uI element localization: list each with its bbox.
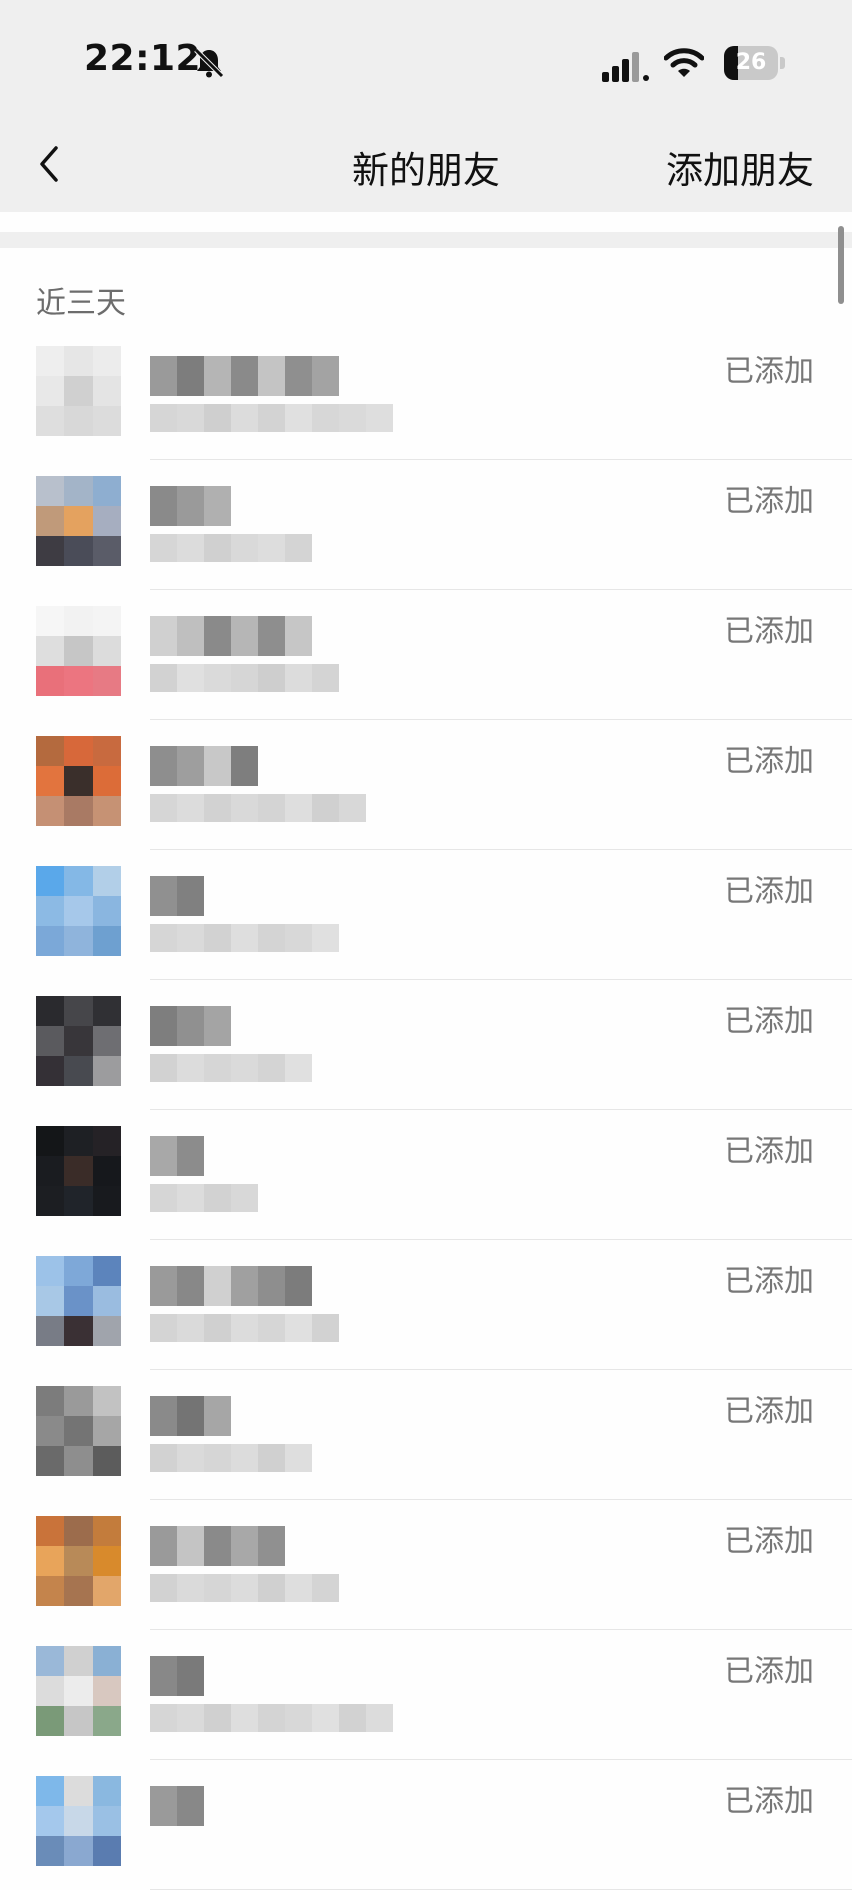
contact-message-blurred [150,1314,339,1342]
contact-name-blurred [150,1136,204,1176]
avatar[interactable] [36,1646,121,1736]
contact-message-blurred [150,1184,258,1212]
contact-row[interactable]: 已添加 [0,590,852,720]
contact-row[interactable]: 已添加 [0,980,852,1110]
avatar[interactable] [36,866,121,956]
contact-message-blurred [150,1574,339,1602]
avatar[interactable] [36,736,121,826]
contact-name-blurred [150,746,258,786]
added-status-label: 已添加 [724,354,814,389]
avatar[interactable] [36,1516,121,1606]
contact-message-blurred [150,1054,312,1082]
status-time: 22:12 [84,38,202,79]
avatar[interactable] [36,606,121,696]
contact-row[interactable]: 已添加 [0,1110,852,1240]
contact-name-blurred [150,1786,204,1826]
contact-row[interactable]: 已添加 [0,720,852,850]
added-status-label: 已添加 [724,1134,814,1169]
added-status-label: 已添加 [724,744,814,779]
contact-row[interactable]: 已添加 [0,1240,852,1370]
contact-name-blurred [150,486,231,526]
contact-row[interactable]: 已添加 [0,850,852,980]
avatar[interactable] [36,1776,121,1866]
contact-name-blurred [150,876,204,916]
contact-row[interactable]: 已添加 [0,1500,852,1630]
added-status-label: 已添加 [724,1654,814,1689]
contact-row[interactable]: 已添加 [0,460,852,590]
avatar[interactable] [36,1256,121,1346]
contact-name-blurred [150,616,312,656]
avatar[interactable] [36,1386,121,1476]
wifi-icon [664,48,704,77]
scrollbar[interactable] [838,226,844,304]
battery-indicator: 26 [724,46,786,80]
contact-message-blurred [150,1704,393,1732]
contact-row[interactable]: 已添加 [0,1630,852,1760]
contact-message-blurred [150,534,312,562]
avatar[interactable] [36,996,121,1086]
added-status-label: 已添加 [724,1004,814,1039]
navigation-header: 22:12 26 新的朋友 添加朋友 [0,0,852,212]
added-status-label: 已添加 [724,1394,814,1429]
avatar[interactable] [36,476,121,566]
add-friend-button[interactable]: 添加朋友 [666,140,814,194]
contact-row[interactable]: 已添加 [0,330,852,460]
added-status-label: 已添加 [724,614,814,649]
added-status-label: 已添加 [724,1784,814,1819]
contact-name-blurred [150,1396,231,1436]
added-status-label: 已添加 [724,484,814,519]
contact-name-blurred [150,1526,285,1566]
section-header-recent: 近三天 [36,286,126,321]
cellular-signal-icon [602,52,649,82]
avatar[interactable] [36,346,121,436]
contact-message-blurred [150,404,393,432]
avatar[interactable] [36,1126,121,1216]
contact-name-blurred [150,1006,231,1046]
contact-message-blurred [150,794,366,822]
contact-name-blurred [150,356,339,396]
separator-band [0,232,852,248]
contact-message-blurred [150,664,339,692]
contact-row[interactable]: 已添加 [0,1760,852,1890]
added-status-label: 已添加 [724,1524,814,1559]
contact-name-blurred [150,1656,204,1696]
contact-message-blurred [150,924,339,952]
contact-row[interactable]: 已添加 [0,1370,852,1500]
back-chevron-icon[interactable] [30,140,70,188]
added-status-label: 已添加 [724,1264,814,1299]
added-status-label: 已添加 [724,874,814,909]
new-friends-list: 已添加 已添加 已添加 已添加 已添加 已添加 已添加 已添加 已添加 已添加 已添加 已添加 [0,330,852,1890]
contact-message-blurred [150,1444,312,1472]
bell-muted-icon [194,48,224,78]
battery-level: 26 [735,50,767,75]
contact-name-blurred [150,1266,312,1306]
